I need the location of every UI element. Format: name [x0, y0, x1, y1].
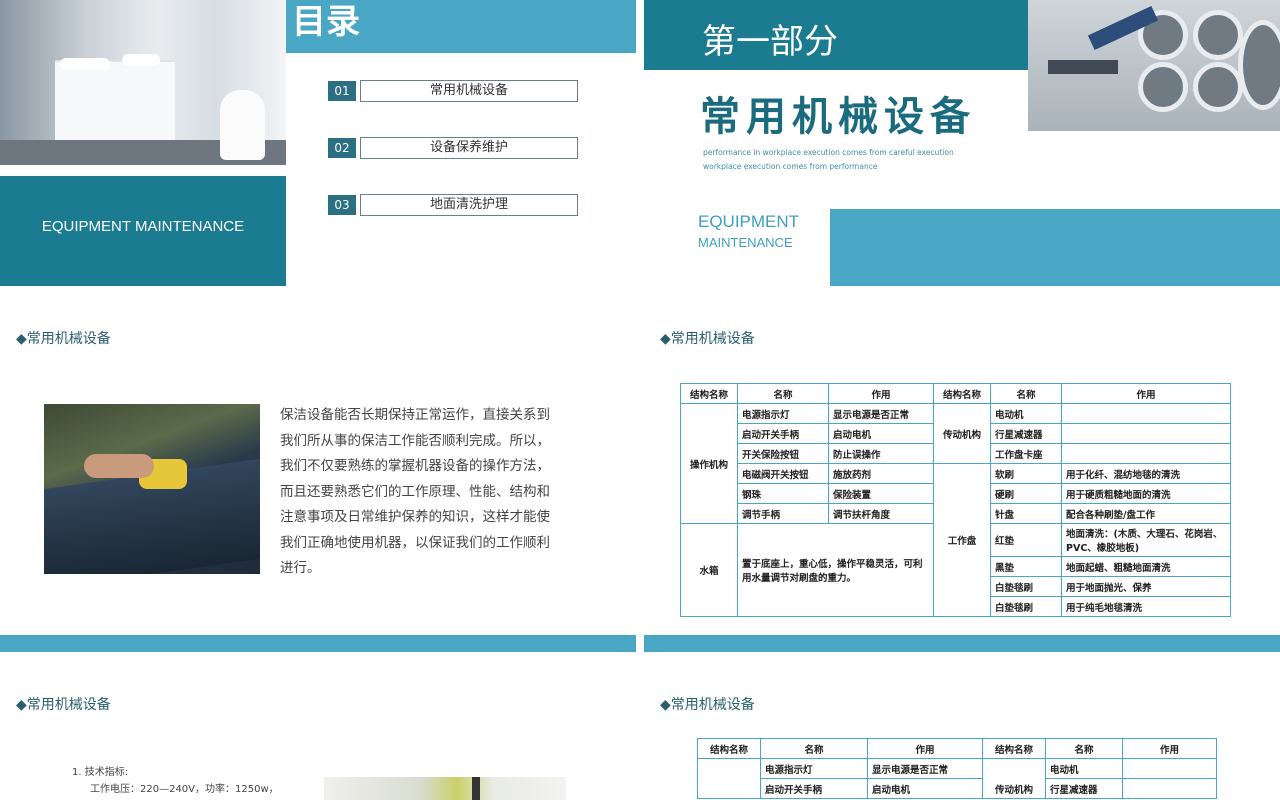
table-cell: 黑垫 — [990, 556, 1062, 577]
table-cell — [1122, 758, 1217, 779]
toc-item-3[interactable]: 地面清洗护理 — [360, 194, 578, 216]
slide-cover: EQUIPMENT MAINTENANCE — [0, 0, 286, 286]
slide-toc: 目录 01 常用机械设备 02 设备保养维护 03 地面清洗护理 — [286, 0, 636, 286]
th-structure: 结构名称 — [680, 383, 738, 404]
toc-num-03: 03 — [328, 195, 356, 215]
spec-list-title: 1. 技术指标: — [72, 767, 129, 778]
table-cell: 电源指示灯 — [760, 758, 868, 779]
intro-paragraph: 保洁设备能否长期保持正常运作，直接关系到我们所从事的保洁工作能否顺利完成。所以，… — [280, 407, 550, 576]
part-title: 常用机械设备 — [700, 94, 976, 140]
toc-title-band: 目录 — [286, 0, 636, 53]
slide-part-one: 第一部分 常用机械设备 performance in workplace exe… — [644, 0, 1280, 286]
table-cell: 针盘 — [990, 503, 1062, 524]
table-cell — [697, 758, 761, 799]
table-cell: 显示电源是否正常 — [867, 758, 983, 779]
table-cell: 用于地面抛光、保养 — [1061, 576, 1231, 597]
toc-num-01: 01 — [328, 81, 356, 101]
toc-item-1[interactable]: 常用机械设备 — [360, 80, 578, 102]
toc-title: 目录 — [292, 2, 360, 42]
table-cell: 调节手柄 — [737, 503, 829, 524]
th-structure-2: 结构名称 — [933, 383, 991, 404]
table-cell: 保险装置 — [828, 483, 934, 504]
table-cell: 工作盘卡座 — [990, 443, 1062, 464]
table-cell: 行星减速器 — [990, 423, 1062, 444]
cover-band: EQUIPMENT MAINTENANCE — [0, 176, 286, 286]
th-name-2: 名称 — [990, 383, 1062, 404]
table-cell: 启动电机 — [828, 423, 934, 444]
part-en-1: EQUIPMENT — [698, 212, 800, 231]
table-cell: 电动机 — [1045, 758, 1123, 779]
th-name: 名称 — [737, 383, 829, 404]
toc-item-2[interactable]: 设备保养维护 — [360, 137, 578, 159]
table-cell: 硬刷 — [990, 483, 1062, 504]
slide-bottom-bar-2 — [644, 635, 1280, 652]
laundry-photo — [1028, 0, 1280, 131]
part-accent-block — [830, 209, 1280, 286]
group-water-tank: 水箱 — [680, 523, 738, 617]
table-cell — [1061, 403, 1231, 424]
structure-table: 结构名称 名称 作用 结构名称 名称 作用 操作机构 电源指示灯 显示电源是否正… — [680, 383, 1231, 617]
bathroom-photo — [0, 0, 286, 165]
part-en-2: MAINTENANCE — [698, 235, 793, 250]
th-name-2: 名称 — [1045, 738, 1123, 759]
table-cell: 显示电源是否正常 — [828, 403, 934, 424]
group-operation: 操作机构 — [680, 403, 738, 524]
table-cell — [1061, 423, 1231, 444]
slide-structure-table: ◆常用机械设备 结构名称 名称 作用 结构名称 名称 作用 操作机构 电源指示灯… — [644, 295, 1280, 652]
slide-intro: ◆常用机械设备 保洁设备能否长期保持正常运作，直接关系到我们所从事的保洁工作能否… — [0, 295, 636, 652]
table-cell: 软刷 — [990, 463, 1062, 484]
table-cell: 施放药剂 — [828, 463, 934, 484]
table-cell: 红垫 — [990, 523, 1062, 557]
table-cell — [1122, 778, 1217, 799]
table-cell: 用于化纤、混纺地毯的清洗 — [1061, 463, 1231, 484]
part-sub-2: workplace execution comes from performan… — [703, 162, 878, 171]
water-tank-desc: 置于底座上，重心低，操作平稳灵活，可利用水量调节对刷盘的重力。 — [737, 523, 934, 617]
table-cell: 启动开关手柄 — [760, 778, 868, 799]
section-heading: ◆常用机械设备 — [16, 331, 111, 347]
th-name: 名称 — [760, 738, 868, 759]
section-heading-3: ◆常用机械设备 — [16, 697, 111, 713]
part-sub-1: performance in workplace execution comes… — [703, 148, 954, 157]
table-cell: 行星减速器 — [1045, 778, 1123, 799]
section-heading-2: ◆常用机械设备 — [660, 331, 755, 347]
structure-table-2: 结构名称 名称 作用 结构名称 名称 作用 电源指示灯 显示电源是否正常 传动机… — [697, 738, 1217, 799]
table-cell: 电源指示灯 — [737, 403, 829, 424]
th-use-2: 作用 — [1122, 738, 1217, 759]
table-cell: 地面起蜡、粗糙地面清洗 — [1061, 556, 1231, 577]
th-structure-2: 结构名称 — [982, 738, 1046, 759]
group-transmission-2: 传动机构 — [982, 758, 1046, 799]
group-workdisk: 工作盘 — [933, 463, 991, 617]
th-use: 作用 — [867, 738, 983, 759]
table-cell: 地面清洗：(木质、大理石、花岗岩、PVC、橡胶地板) — [1061, 523, 1231, 557]
cover-brand: EQUIPMENT MAINTENANCE — [41, 218, 245, 235]
slide-structure-table-2: ◆常用机械设备 结构名称 名称 作用 结构名称 名称 作用 电源指示灯 显示电源… — [644, 661, 1280, 800]
section-heading-4: ◆常用机械设备 — [660, 697, 755, 713]
machine-photo — [324, 777, 566, 800]
table-cell: 启动开关手柄 — [737, 423, 829, 444]
table-cell: 电动机 — [990, 403, 1062, 424]
th-use: 作用 — [828, 383, 934, 404]
table-cell: 用于纯毛地毯清洗 — [1061, 596, 1231, 617]
table-cell: 白垫毯刷 — [990, 596, 1062, 617]
toc-num-02: 02 — [328, 138, 356, 158]
part-label: 第一部分 — [702, 22, 838, 62]
table-cell: 配合各种刷垫/盘工作 — [1061, 503, 1231, 524]
table-cell: 调节扶杆角度 — [828, 503, 934, 524]
table-cell — [1061, 443, 1231, 464]
table-cell: 白垫毯刷 — [990, 576, 1062, 597]
cleaning-photo — [44, 404, 260, 574]
table-cell: 钢珠 — [737, 483, 829, 504]
table-cell: 电磁阀开关按钮 — [737, 463, 829, 484]
th-structure: 结构名称 — [697, 738, 761, 759]
spec-line-1: 工作电压：220—240V，功率：1250w， — [90, 784, 279, 795]
th-use-2: 作用 — [1061, 383, 1231, 404]
table-cell: 用于硬质粗糙地面的清洗 — [1061, 483, 1231, 504]
group-transmission: 传动机构 — [933, 403, 991, 464]
table-cell: 启动电机 — [867, 778, 983, 799]
slide-specs: ◆常用机械设备 1. 技术指标: 工作电压：220—240V，功率：1250w， — [0, 661, 636, 800]
table-cell: 防止误操作 — [828, 443, 934, 464]
slide-bottom-bar — [0, 635, 636, 652]
table-cell: 开关保险按钮 — [737, 443, 829, 464]
